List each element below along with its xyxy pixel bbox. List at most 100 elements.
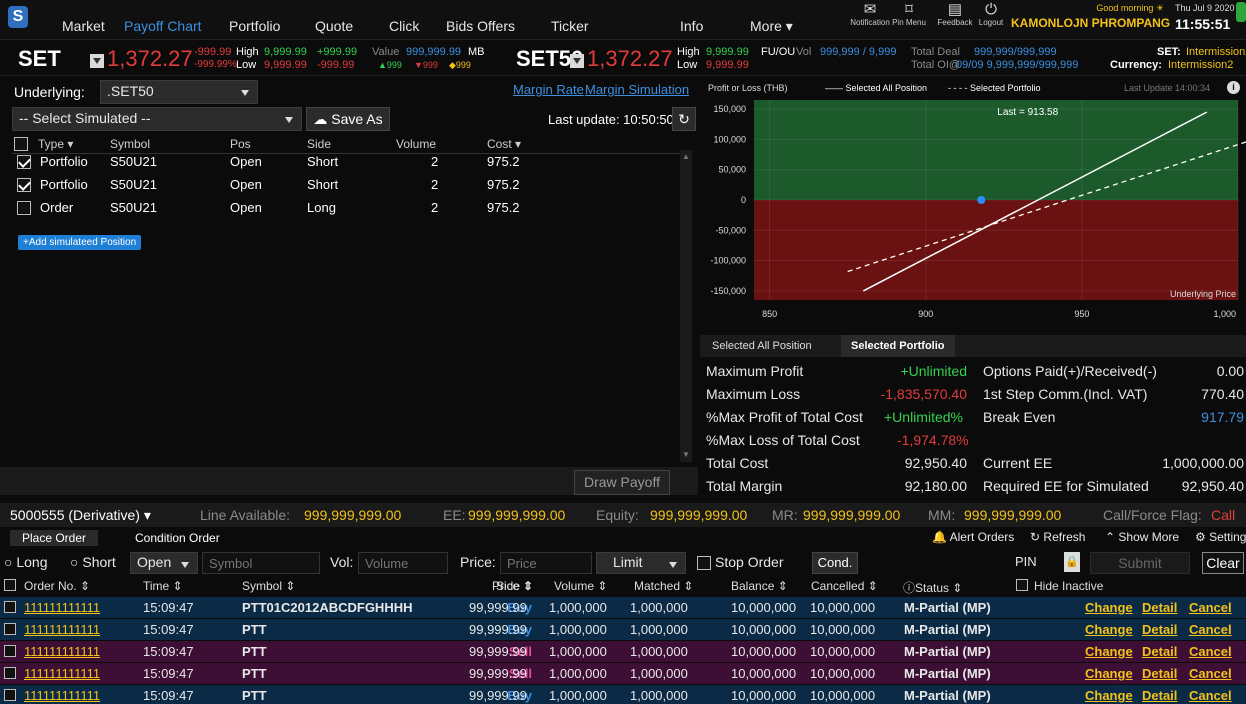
- row-checkbox[interactable]: [4, 667, 16, 679]
- nav-ticker[interactable]: Ticker: [551, 18, 589, 34]
- header-price[interactable]: Price ⇕: [492, 579, 533, 593]
- row-checkbox[interactable]: [17, 201, 31, 215]
- row-checkbox[interactable]: [4, 689, 16, 701]
- nav-click[interactable]: Click: [389, 18, 419, 34]
- cond-button[interactable]: Cond.: [812, 552, 858, 574]
- underlying-select[interactable]: .SET50: [100, 80, 258, 104]
- order-change-link[interactable]: Change: [1085, 666, 1133, 681]
- position-row[interactable]: Portfolio S50U21 Open Short 2 975.2: [12, 174, 680, 197]
- order-detail-link[interactable]: Detail: [1142, 644, 1177, 659]
- stats-tabs: Selected All Position Selected Portfolio: [700, 335, 1246, 357]
- pin-menu-button[interactable]: ⌑ Pin Menu: [884, 1, 934, 27]
- order-detail-link[interactable]: Detail: [1142, 688, 1177, 703]
- set-dropdown[interactable]: [90, 54, 104, 68]
- order-cancel-link[interactable]: Cancel: [1189, 622, 1232, 637]
- logout-button[interactable]: ⏻ Logout: [975, 1, 1007, 27]
- order-detail-link[interactable]: Detail: [1142, 622, 1177, 637]
- order-cancel-link[interactable]: Cancel: [1189, 666, 1232, 681]
- header-cost[interactable]: Cost ▾: [487, 137, 521, 151]
- order-detail-link[interactable]: Detail: [1142, 600, 1177, 615]
- nav-portfolio[interactable]: Portfolio: [229, 18, 280, 34]
- draw-payoff-button[interactable]: Draw Payoff: [574, 470, 670, 495]
- order-row[interactable]: 111111111111 15:09:47 PTT Buy 99,999.99 1,000…: [0, 619, 1246, 640]
- tab-selected-all-position[interactable]: Selected All Position: [702, 335, 822, 357]
- submit-button[interactable]: Submit: [1090, 552, 1190, 574]
- nav-more[interactable]: More ▾: [750, 18, 793, 35]
- margin-rate-link[interactable]: Margin Rate: [513, 82, 584, 97]
- limit-select[interactable]: Limit: [596, 552, 686, 574]
- order-no[interactable]: 111111111111: [24, 688, 100, 703]
- order-row[interactable]: 111111111111 15:09:47 PTT01C2012ABCDFGHHHH…: [0, 597, 1246, 618]
- row-checkbox[interactable]: [4, 645, 16, 657]
- header-status[interactable]: ⓘStatus ⇕: [903, 579, 962, 596]
- tab-condition-order[interactable]: Condition Order: [125, 530, 230, 546]
- select-all-orders-checkbox[interactable]: [4, 579, 16, 591]
- alert-orders-button[interactable]: 🔔 Alert Orders: [932, 530, 1014, 544]
- symbol-input[interactable]: [202, 552, 320, 574]
- header-cancelled[interactable]: Cancelled ⇕: [811, 579, 878, 593]
- nav-payoff-chart[interactable]: Payoff Chart: [124, 18, 202, 34]
- order-cancel-link[interactable]: Cancel: [1189, 600, 1232, 615]
- select-all-checkbox[interactable]: [14, 137, 28, 151]
- hide-inactive-checkbox[interactable]: [1016, 579, 1028, 591]
- position-row[interactable]: Portfolio S50U21 Open Short 2 975.2: [12, 151, 680, 174]
- account-select[interactable]: 5000555 (Derivative) ▾: [10, 507, 151, 524]
- long-radio[interactable]: ○ Long: [4, 554, 48, 570]
- order-no[interactable]: 111111111111: [24, 666, 100, 681]
- header-symbol[interactable]: Symbol ⇕: [242, 579, 295, 593]
- order-row[interactable]: 111111111111 15:09:47 PTT Sell 99,999.99 1,00…: [0, 663, 1246, 684]
- tab-selected-portfolio[interactable]: Selected Portfolio: [841, 335, 955, 357]
- show-more-button[interactable]: ⌃ Show More: [1105, 530, 1179, 544]
- order-cancel-link[interactable]: Cancel: [1189, 688, 1232, 703]
- header-matched[interactable]: Matched ⇕: [634, 579, 693, 593]
- order-change-link[interactable]: Change: [1085, 622, 1133, 637]
- open-select[interactable]: Open: [130, 552, 198, 574]
- nav-info[interactable]: Info: [680, 18, 703, 34]
- row-volume: 2: [431, 154, 439, 169]
- save-as-button[interactable]: ☁ Save As: [306, 107, 390, 131]
- row-checkbox[interactable]: [17, 155, 31, 169]
- refresh-button[interactable]: ↻: [672, 107, 696, 131]
- order-change-link[interactable]: Change: [1085, 600, 1133, 615]
- order-symbol: PTT: [242, 622, 267, 637]
- row-checkbox[interactable]: [17, 178, 31, 192]
- header-type[interactable]: Type ▾: [38, 137, 73, 151]
- nav-quote[interactable]: Quote: [315, 18, 353, 34]
- header-balance[interactable]: Balance ⇕: [731, 579, 788, 593]
- order-detail-link[interactable]: Detail: [1142, 666, 1177, 681]
- volume-input[interactable]: [358, 552, 448, 574]
- lock-icon[interactable]: 🔒: [1064, 552, 1080, 572]
- header-volume[interactable]: Volume ⇕: [554, 579, 607, 593]
- refresh-orders-button[interactable]: ↻ Refresh: [1030, 530, 1085, 544]
- status-indicator[interactable]: [1236, 2, 1246, 22]
- short-radio[interactable]: ○ Short: [70, 554, 116, 570]
- order-no[interactable]: 111111111111: [24, 644, 100, 659]
- order-change-link[interactable]: Change: [1085, 644, 1133, 659]
- clear-button[interactable]: Clear: [1202, 552, 1244, 574]
- order-no[interactable]: 111111111111: [24, 622, 100, 637]
- add-simulated-position-button[interactable]: +Add simulateed Position: [18, 235, 142, 250]
- select-simulated[interactable]: -- Select Simulated --: [12, 107, 302, 131]
- setting-button[interactable]: ⚙ Setting: [1195, 530, 1246, 544]
- row-checkbox[interactable]: [4, 601, 16, 613]
- info-icon[interactable]: i: [1227, 81, 1240, 94]
- header-time[interactable]: Time ⇕: [143, 579, 183, 593]
- scrollbar[interactable]: ▲ ▼: [680, 150, 692, 462]
- order-no[interactable]: 111111111111: [24, 600, 100, 615]
- nav-market[interactable]: Market: [62, 18, 105, 34]
- user-name: KAMONLOJN PHROMPANG: [1011, 16, 1171, 30]
- tab-place-order[interactable]: Place Order: [10, 530, 99, 546]
- price-input[interactable]: [500, 552, 592, 574]
- feedback-button[interactable]: ▤ Feedback: [930, 1, 980, 27]
- stop-order-checkbox[interactable]: [697, 556, 711, 570]
- order-cancel-link[interactable]: Cancel: [1189, 644, 1232, 659]
- header-order-no[interactable]: Order No. ⇕: [24, 579, 90, 593]
- nav-bids-offers[interactable]: Bids Offers: [446, 18, 515, 34]
- order-change-link[interactable]: Change: [1085, 688, 1133, 703]
- margin-simulation-link[interactable]: Margin Simulation: [585, 82, 689, 97]
- order-row[interactable]: 111111111111 15:09:47 PTT Buy 99,999.99 1,000…: [0, 685, 1246, 704]
- row-checkbox[interactable]: [4, 623, 16, 635]
- order-row[interactable]: 111111111111 15:09:47 PTT Sell 99,999.99 1,00…: [0, 641, 1246, 662]
- position-row[interactable]: Order S50U21 Open Long 2 975.2: [12, 197, 680, 220]
- set50-dropdown[interactable]: [570, 54, 584, 68]
